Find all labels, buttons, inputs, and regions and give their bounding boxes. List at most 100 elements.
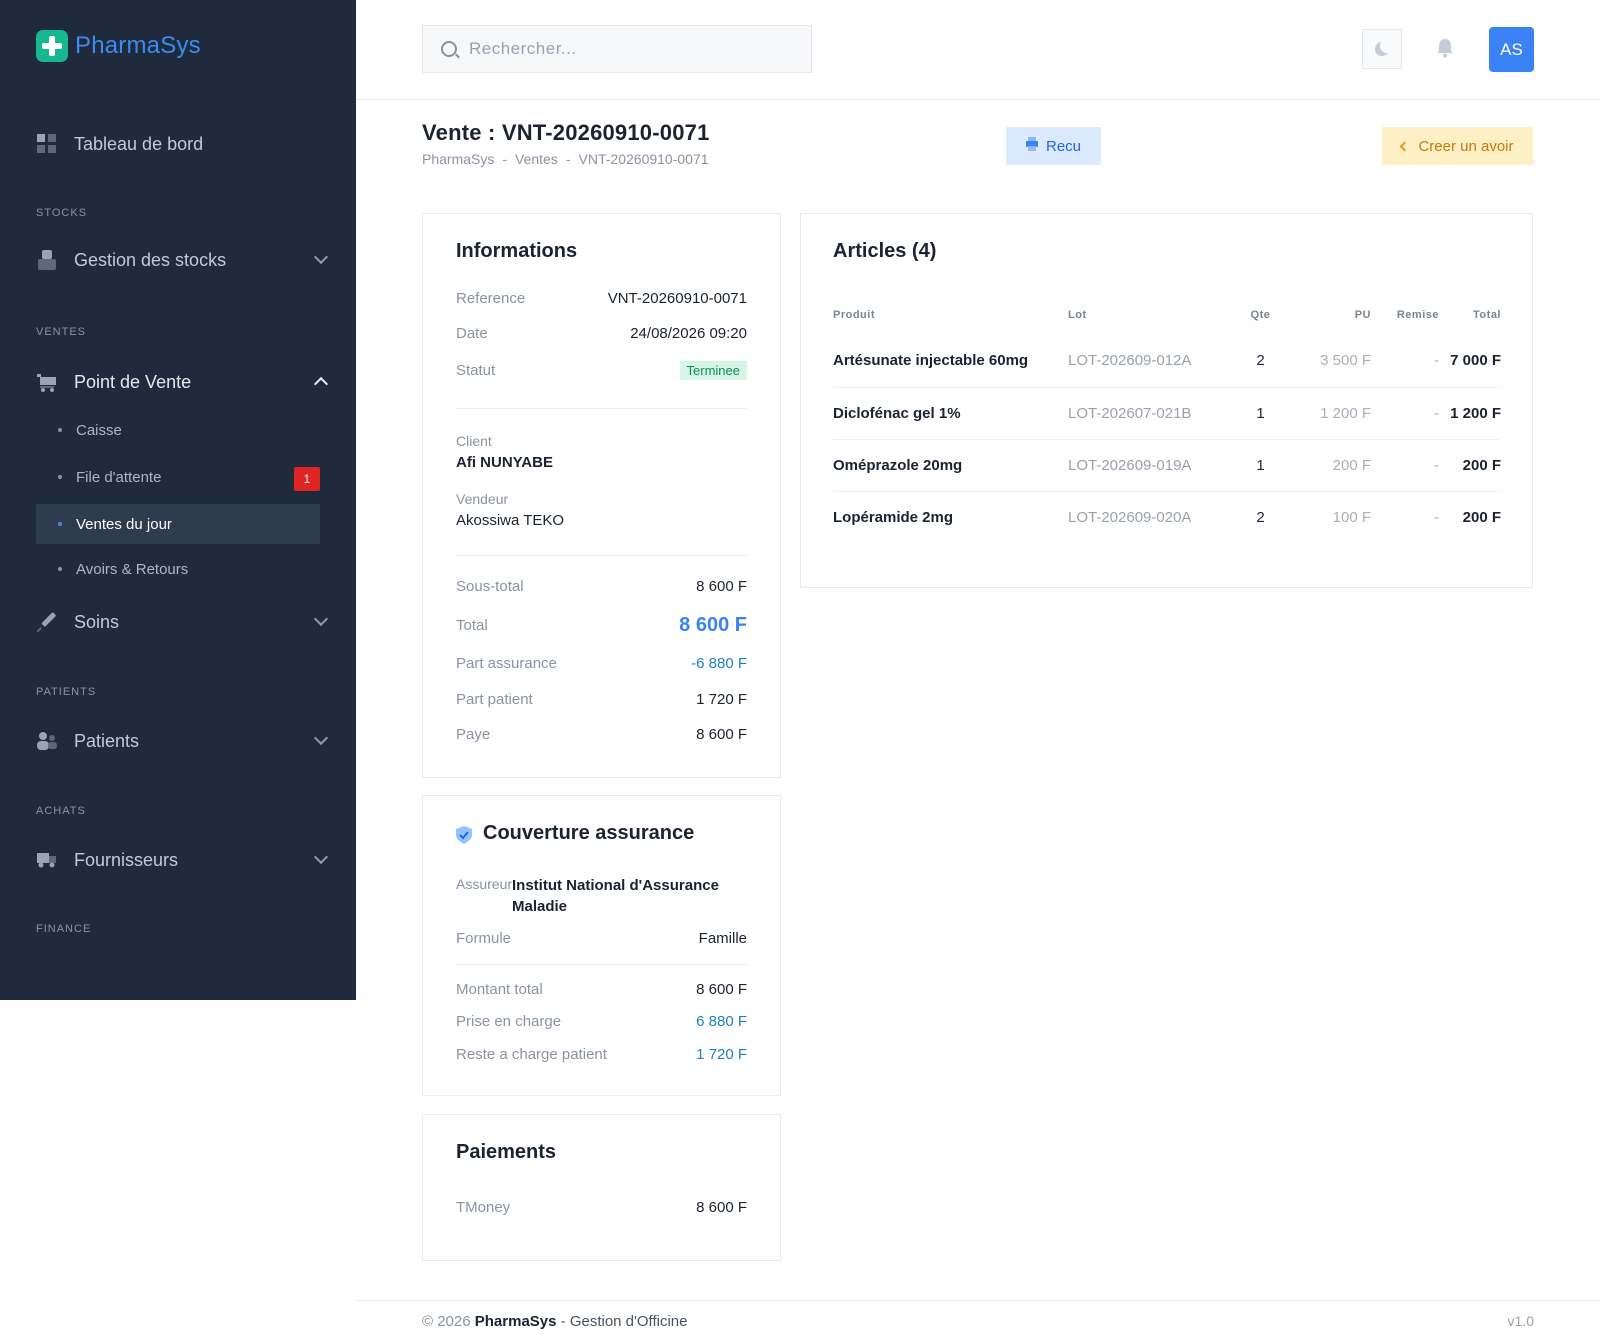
theme-toggle-button[interactable] xyxy=(1362,29,1402,69)
info-row-date: Date 24/08/2026 09:20 xyxy=(456,325,747,342)
breadcrumb: PharmaSys - Ventes - VNT-20260910-0071 xyxy=(422,151,709,167)
chevron-down-icon xyxy=(313,849,329,865)
table-header-row: Produit Lot Qte PU Remise Total xyxy=(833,295,1501,335)
table-row[interactable]: Artésunate injectable 60mg LOT-202609-01… xyxy=(833,335,1501,388)
sidebar-item-stocks[interactable]: Gestion des stocks xyxy=(36,240,329,280)
moon-icon xyxy=(1375,42,1389,56)
logo-cross-icon xyxy=(36,30,68,62)
discount: - xyxy=(1371,387,1439,440)
total-value: 8 600 F xyxy=(679,614,747,636)
search-input[interactable] xyxy=(469,39,789,59)
column-header[interactable]: Qte xyxy=(1233,295,1288,335)
total-amount-label: Montant total xyxy=(456,981,543,998)
footer-description: - Gestion d'Officine xyxy=(560,1313,688,1330)
patient-remaining-value: 1 720 F xyxy=(696,1046,747,1063)
articles-card-title: Articles (4) xyxy=(833,240,937,262)
sidebar-item-dashboard[interactable]: Tableau de bord xyxy=(36,124,326,164)
sidebar-subitem-label: Ventes du jour xyxy=(76,515,172,533)
sidebar-item-label: Patients xyxy=(74,730,140,751)
breadcrumb-separator: - xyxy=(565,151,571,167)
coverage-card-title: Couverture assurance xyxy=(483,822,695,844)
info-card-title: Informations xyxy=(456,240,578,262)
coverage-row-plan: Formule Famille xyxy=(456,930,747,947)
sidebar-subitem-queue[interactable]: File d'attente 1 xyxy=(36,457,320,497)
breadcrumb-item[interactable]: Ventes xyxy=(515,151,558,167)
status-badge: Terminee xyxy=(679,361,747,380)
table-row[interactable]: Lopéramide 2mg LOT-202609-020A 2 100 F -… xyxy=(833,491,1501,543)
column-header[interactable]: Produit xyxy=(833,295,1068,335)
plan-value: Famille xyxy=(698,930,747,947)
cart-icon xyxy=(36,371,58,393)
receipt-button-label: Recu xyxy=(1045,137,1082,155)
insurer-label: Assureur xyxy=(456,876,513,892)
shield-icon xyxy=(456,826,472,849)
sidebar-item-soins[interactable]: Soins xyxy=(36,602,329,642)
breadcrumb-item[interactable]: PharmaSys xyxy=(422,151,494,167)
breadcrumb-current: VNT-20260910-0071 xyxy=(578,151,709,167)
sidebar-item-label: Point de Vente xyxy=(74,371,192,392)
payment-row: TMoney 8 600 F xyxy=(456,1199,747,1216)
table-row[interactable]: Oméprazole 20mg LOT-202609-019A 1 200 F … xyxy=(833,439,1501,492)
app-version: v1.0 xyxy=(1507,1313,1534,1329)
info-card: Informations Reference VNT-20260910-0071… xyxy=(422,213,781,778)
product-name: Lopéramide 2mg xyxy=(833,508,954,526)
column-header[interactable]: Total xyxy=(1439,295,1501,335)
unit-price: 3 500 F xyxy=(1288,335,1371,388)
table-row[interactable]: Diclofénac gel 1% LOT-202607-021B 1 1 20… xyxy=(833,387,1501,440)
total-amount-value: 8 600 F xyxy=(696,981,747,998)
quantity: 1 xyxy=(1233,439,1288,492)
search-icon xyxy=(441,41,457,57)
column-header[interactable]: PU xyxy=(1288,295,1371,335)
sidebar-item-label: Fournisseurs xyxy=(74,849,179,870)
client-value[interactable]: Afi NUNYABE xyxy=(456,454,553,471)
unit-price: 1 200 F xyxy=(1288,387,1371,440)
sidebar-subitem-label: Caisse xyxy=(76,421,122,439)
coverage-row-covered: Prise en charge 6 880 F xyxy=(456,1013,747,1030)
app-logo[interactable]: PharmaSys xyxy=(36,30,201,62)
line-total: 1 200 F xyxy=(1439,387,1501,440)
search-box[interactable] xyxy=(422,25,812,73)
insurance-part-label: Part assurance xyxy=(456,655,557,672)
covered-label: Prise en charge xyxy=(456,1013,562,1030)
covered-value: 6 880 F xyxy=(696,1013,747,1030)
app-name: PharmaSys xyxy=(75,32,201,59)
info-row-subtotal: Sous-total 8 600 F xyxy=(456,578,747,595)
total-label: Total xyxy=(456,617,488,634)
column-header[interactable]: Remise xyxy=(1371,295,1439,335)
product-name: Artésunate injectable 60mg xyxy=(833,335,1068,388)
client-label: Client xyxy=(456,433,492,449)
info-row-status: Statut Terminee xyxy=(456,361,747,380)
insurer-value: Institut National d'Assurance Maladie xyxy=(512,877,719,915)
sidebar-item-pos[interactable]: Point de Vente xyxy=(36,362,329,402)
status-label: Statut xyxy=(456,362,496,379)
seller-value: Akossiwa TEKO xyxy=(456,512,565,529)
sidebar-subitem-avoirs[interactable]: Avoirs & Retours xyxy=(36,549,320,589)
section-label-stocks: STOCKS xyxy=(36,207,88,219)
payments-card-title: Paiements xyxy=(456,1141,557,1163)
seller-label: Vendeur xyxy=(456,491,509,507)
bell-icon[interactable] xyxy=(1436,38,1454,58)
discount: - xyxy=(1371,439,1439,492)
bullet-icon xyxy=(58,522,62,526)
receipt-button[interactable]: Recu xyxy=(1006,127,1101,165)
payments-card: Paiements TMoney 8 600 F xyxy=(422,1114,781,1261)
divider xyxy=(456,555,747,556)
unit-price: 100 F xyxy=(1332,508,1371,526)
coverage-row-remaining: Reste a charge patient 1 720 F xyxy=(456,1046,747,1063)
chevron-down-icon xyxy=(313,611,329,627)
sidebar-item-label: Tableau de bord xyxy=(74,133,204,154)
lot-number: LOT-202609-020A xyxy=(1068,508,1192,526)
column-header[interactable]: Lot xyxy=(1068,295,1233,335)
create-credit-note-button[interactable]: Creer un avoir xyxy=(1382,127,1533,165)
bullet-icon xyxy=(58,428,62,432)
subtotal-label: Sous-total xyxy=(456,578,524,595)
articles-card: Articles (4) Produit Lot Qte PU Remise T… xyxy=(800,213,1533,588)
section-label-ventes: VENTES xyxy=(36,326,87,338)
sidebar-item-fournisseurs[interactable]: Fournisseurs xyxy=(36,840,329,880)
sidebar-item-patients[interactable]: Patients xyxy=(36,721,329,761)
reference-label: Reference xyxy=(456,290,526,307)
sidebar-subitem-ventes-jour[interactable]: Ventes du jour xyxy=(36,504,320,544)
user-avatar[interactable]: AS xyxy=(1489,27,1534,72)
footer: © 2026 PharmaSys - Gestion d'Officine v1… xyxy=(356,1300,1600,1344)
sidebar-subitem-caisse[interactable]: Caisse xyxy=(36,410,320,450)
